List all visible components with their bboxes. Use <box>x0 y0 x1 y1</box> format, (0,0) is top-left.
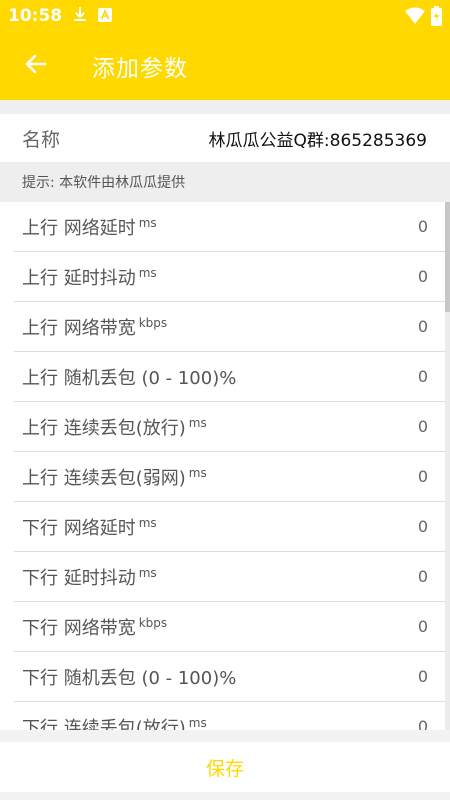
param-item[interactable]: 上行 连续丢包(放行) ms 0 <box>14 402 450 452</box>
arrow-left-icon <box>24 52 48 80</box>
param-item[interactable]: 下行 延时抖动 ms 0 <box>14 552 450 602</box>
param-unit: ms <box>138 215 157 230</box>
save-button-label: 保存 <box>205 757 244 780</box>
download-icon <box>72 6 88 26</box>
param-item[interactable]: 下行 网络带宽 kbps 0 <box>14 602 450 652</box>
status-time: 10:58 <box>8 6 63 26</box>
param-unit: ms <box>188 415 207 430</box>
param-value: 0 <box>417 617 428 636</box>
param-label: 上行 连续丢包(放行) ms <box>22 415 207 439</box>
scrollbar-thumb[interactable] <box>445 202 450 312</box>
name-field-row[interactable]: 名称 林瓜瓜公益Q群:865285369 <box>0 114 450 162</box>
param-unit: ms <box>188 465 207 480</box>
bottom-edge <box>0 792 450 800</box>
param-value: 0 <box>417 417 428 436</box>
param-label: 下行 连续丢包(放行) ms <box>22 715 207 731</box>
param-label: 下行 随机丢包 (0 - 100)% <box>22 667 237 689</box>
param-label: 上行 网络延时 ms <box>22 215 157 239</box>
param-item[interactable]: 下行 随机丢包 (0 - 100)% 0 <box>14 652 450 702</box>
page-title: 添加参数 <box>92 56 188 82</box>
save-button[interactable]: 保存 <box>0 742 450 792</box>
param-label: 上行 延时抖动 ms <box>22 265 157 289</box>
status-right-icons <box>405 6 442 30</box>
param-unit: ms <box>138 515 157 530</box>
bottom-divider <box>0 730 450 742</box>
param-unit: ms <box>188 715 207 730</box>
param-label: 下行 延时抖动 ms <box>22 565 157 589</box>
param-unit: ms <box>138 565 157 580</box>
status-bar: 10:58 <box>0 0 450 32</box>
name-field-label: 名称 <box>22 128 61 151</box>
battery-icon <box>431 6 442 30</box>
a-icon <box>98 7 113 26</box>
param-label: 上行 连续丢包(弱网) ms <box>22 465 207 489</box>
param-unit: ms <box>138 265 157 280</box>
param-item[interactable]: 下行 网络延时 ms 0 <box>14 502 450 552</box>
back-button[interactable] <box>8 38 64 94</box>
param-item[interactable]: 上行 随机丢包 (0 - 100)% 0 <box>14 352 450 402</box>
param-label: 下行 网络带宽 kbps <box>22 615 168 639</box>
param-label: 上行 网络带宽 kbps <box>22 315 168 339</box>
param-item[interactable]: 上行 连续丢包(弱网) ms 0 <box>14 452 450 502</box>
param-value: 0 <box>417 267 428 286</box>
param-label: 上行 随机丢包 (0 - 100)% <box>22 367 237 389</box>
param-value: 0 <box>417 717 428 730</box>
param-value: 0 <box>417 667 428 686</box>
hint-text: 提示: 本软件由林瓜瓜提供 <box>22 175 186 191</box>
param-value: 0 <box>417 517 428 536</box>
param-label: 下行 网络延时 ms <box>22 515 157 539</box>
param-value: 0 <box>417 317 428 336</box>
param-item[interactable]: 上行 延时抖动 ms 0 <box>14 252 450 302</box>
param-item[interactable]: 下行 连续丢包(放行) ms 0 <box>14 702 450 731</box>
param-value: 0 <box>417 567 428 586</box>
hint-row: 提示: 本软件由林瓜瓜提供 <box>0 162 450 202</box>
param-value: 0 <box>417 467 428 486</box>
name-field-value[interactable]: 林瓜瓜公益Q群:865285369 <box>209 126 427 151</box>
param-unit: kbps <box>138 615 168 630</box>
params-list: 上行 网络延时 ms 0 上行 延时抖动 ms 0 上行 网络带宽 kbps 0 上行… <box>0 202 450 730</box>
param-value: 0 <box>417 367 428 386</box>
wifi-icon <box>405 7 425 29</box>
app-bar: 添加参数 <box>0 32 450 100</box>
param-item[interactable]: 上行 网络带宽 kbps 0 <box>14 302 450 352</box>
header-divider <box>0 100 450 114</box>
param-item[interactable]: 上行 网络延时 ms 0 <box>14 202 450 252</box>
param-value: 0 <box>417 217 428 236</box>
list-scrollbar[interactable] <box>445 202 450 730</box>
param-unit: kbps <box>138 315 168 330</box>
